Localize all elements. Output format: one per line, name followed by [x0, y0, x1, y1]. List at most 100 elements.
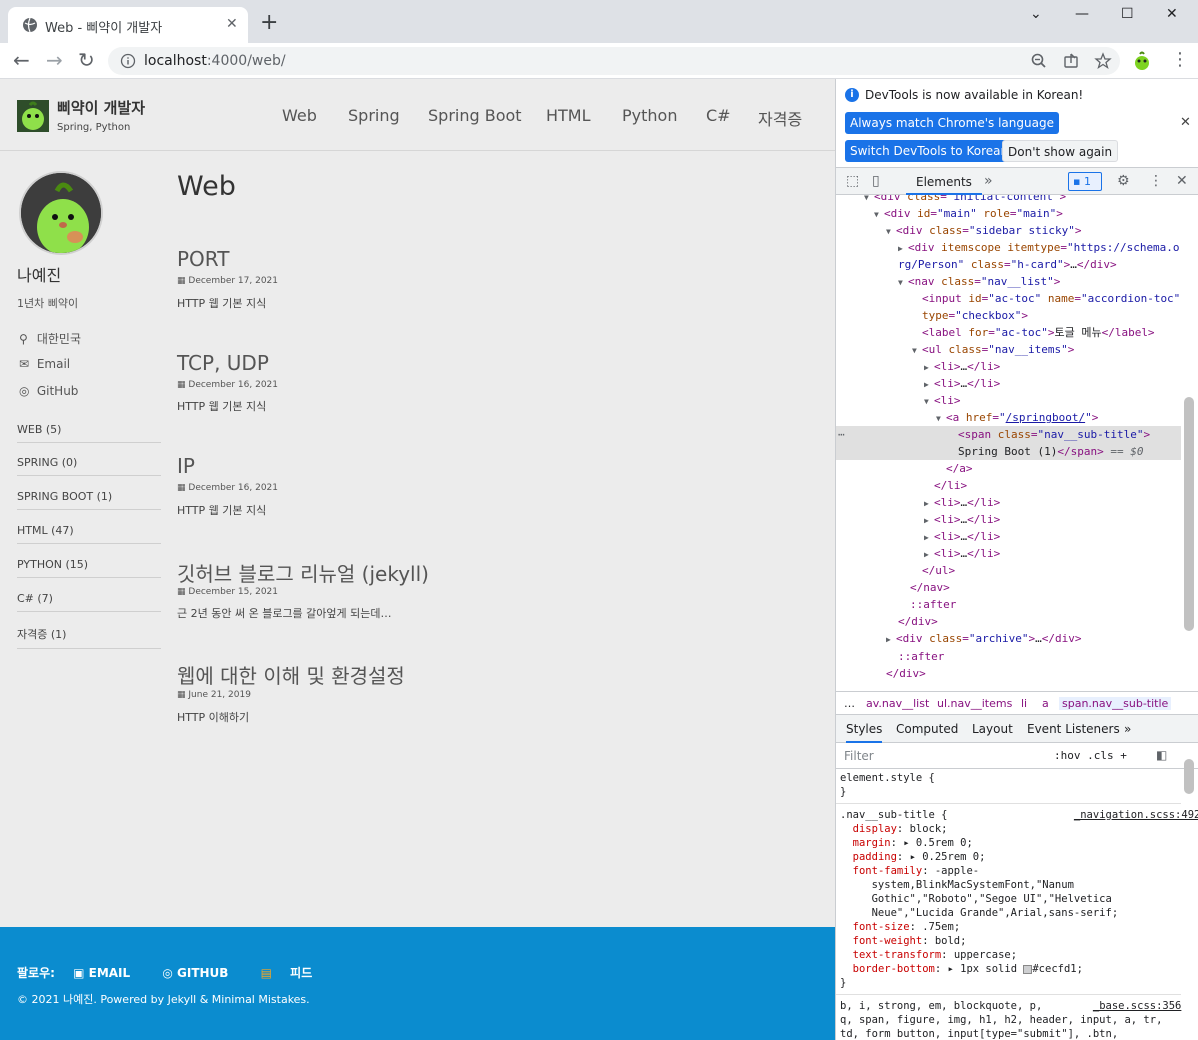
- dont-show-again-button[interactable]: Don't show again: [1002, 140, 1119, 162]
- category-html[interactable]: HTML (47): [17, 524, 161, 544]
- toggle-sidebar-icon[interactable]: ◧: [1156, 748, 1167, 762]
- info-icon[interactable]: [120, 53, 136, 69]
- dom-node[interactable]: ▶ <li>…</li>: [836, 528, 1181, 545]
- dom-node[interactable]: ▼ <div class="initial-content">: [836, 195, 1181, 205]
- site-logo-icon[interactable]: [17, 100, 49, 132]
- dom-node-selected[interactable]: ⋯ <span class="nav__sub-title">: [836, 426, 1181, 443]
- nav-link-spring-boot[interactable]: Spring Boot: [428, 106, 522, 125]
- post-title[interactable]: TCP, UDP: [177, 351, 269, 375]
- styles-scrollbar[interactable]: [1184, 759, 1194, 794]
- dom-node[interactable]: ▶ <li>…</li>: [836, 545, 1181, 562]
- dom-node[interactable]: ▼ <ul class="nav__items">: [836, 341, 1181, 358]
- category-csharp[interactable]: C# (7): [17, 592, 161, 612]
- post-title[interactable]: PORT: [177, 247, 229, 271]
- switch-korean-button[interactable]: Switch DevTools to Korean: [845, 140, 1014, 162]
- category-python[interactable]: PYTHON (15): [17, 558, 161, 578]
- dom-node[interactable]: </div>: [836, 613, 1181, 630]
- menu-kebab-icon[interactable]: ⋮: [1171, 50, 1189, 70]
- extension-icon[interactable]: [1132, 51, 1152, 71]
- tab-layout[interactable]: Layout: [972, 722, 1013, 736]
- dom-node[interactable]: ::after: [836, 648, 1181, 665]
- forward-arrow-icon[interactable]: →: [46, 50, 63, 70]
- nav-link-python[interactable]: Python: [622, 106, 677, 125]
- author-github-link[interactable]: ◎ GitHub: [19, 384, 78, 398]
- browser-tab[interactable]: Web - 삐약이 개발자 ✕: [8, 7, 248, 43]
- dom-node[interactable]: ▶ <div class="archive">…</div>: [836, 630, 1181, 647]
- nav-link-spring[interactable]: Spring: [348, 106, 400, 125]
- dom-node[interactable]: ▶ <li>…</li>: [836, 358, 1181, 375]
- breadcrumb-item[interactable]: …: [844, 697, 855, 710]
- dom-node[interactable]: ▼ <nav class="nav__list">: [836, 273, 1181, 290]
- tab-styles[interactable]: Styles: [846, 722, 883, 743]
- inspect-element-icon[interactable]: ⬚: [846, 173, 859, 189]
- footer-github-link[interactable]: ◎ GITHUB: [162, 966, 242, 980]
- bookmark-star-icon[interactable]: [1094, 52, 1112, 70]
- breadcrumb-item[interactable]: li: [1021, 697, 1027, 710]
- dom-node[interactable]: </li>: [836, 477, 1181, 494]
- footer-feed-link[interactable]: ▤ 피드: [261, 966, 327, 980]
- post-title[interactable]: 웹에 대한 이해 및 환경설정: [177, 660, 405, 689]
- post-title[interactable]: 깃허브 블로그 리뉴얼 (jekyll): [177, 558, 429, 587]
- tab-search-icon[interactable]: ⌄: [1030, 6, 1042, 22]
- match-language-button[interactable]: Always match Chrome's language: [845, 112, 1059, 134]
- more-tabs-icon[interactable]: »: [1124, 722, 1131, 736]
- infobar-close-icon[interactable]: ✕: [1180, 115, 1191, 130]
- styles-filter-tools[interactable]: :hov .cls +: [1054, 749, 1127, 762]
- zoom-icon[interactable]: [1030, 52, 1048, 70]
- tab-computed[interactable]: Computed: [896, 722, 958, 736]
- url-text[interactable]: localhost:4000/web/: [144, 53, 286, 69]
- breadcrumb-item-selected[interactable]: span.nav__sub-title: [1059, 697, 1172, 710]
- address-bar[interactable]: localhost:4000/web/: [108, 47, 1120, 75]
- reload-icon[interactable]: ↻: [78, 50, 95, 70]
- dom-scrollbar[interactable]: [1184, 397, 1194, 631]
- breadcrumb-item[interactable]: a: [1042, 697, 1049, 710]
- site-title[interactable]: 삐약이 개발자: [57, 97, 145, 118]
- nav-link-certificate[interactable]: 자격증: [758, 106, 802, 130]
- window-close-button[interactable]: ✕: [1166, 6, 1178, 22]
- dom-node[interactable]: ▼ <div class="sidebar sticky">: [836, 222, 1181, 239]
- share-icon[interactable]: [1062, 52, 1080, 70]
- devtools-close-icon[interactable]: ✕: [1176, 173, 1188, 189]
- footer-email-link[interactable]: ▣ EMAIL: [73, 966, 144, 980]
- post-title[interactable]: IP: [177, 454, 195, 478]
- dom-node[interactable]: </ul>: [836, 562, 1181, 579]
- devtools-menu-icon[interactable]: ⋮: [1149, 173, 1163, 189]
- breadcrumb-item[interactable]: ul.nav__items: [937, 697, 1012, 710]
- dom-tree[interactable]: ▼ <div class="initial-content"> ▼ <div id=…: [836, 195, 1181, 689]
- dom-node[interactable]: ▼ <a href="/springboot/">: [836, 409, 1181, 426]
- back-arrow-icon[interactable]: ←: [13, 50, 30, 70]
- dom-node[interactable]: ▶ <div itemscope itemtype="https://schema…: [836, 239, 1181, 256]
- tab-event-listeners[interactable]: Event Listeners: [1027, 722, 1120, 736]
- tab-close-icon[interactable]: ✕: [226, 16, 238, 32]
- dom-node[interactable]: </nav>: [836, 579, 1181, 596]
- dom-node[interactable]: ▼ <li>: [836, 392, 1181, 409]
- dom-node[interactable]: ▶ <li>…</li>: [836, 494, 1181, 511]
- category-spring-boot[interactable]: SPRING BOOT (1): [17, 490, 161, 510]
- minimize-button[interactable]: —: [1075, 6, 1089, 22]
- dom-node[interactable]: <input id="ac-toc" name="accordion-toc": [836, 290, 1181, 307]
- styles-filter-input[interactable]: Filter: [844, 749, 874, 763]
- nav-link-web[interactable]: Web: [282, 106, 317, 125]
- category-web[interactable]: WEB (5): [17, 423, 161, 443]
- category-spring[interactable]: SPRING (0): [17, 456, 161, 476]
- category-certificate[interactable]: 자격증 (1): [17, 626, 161, 649]
- settings-gear-icon[interactable]: ⚙: [1117, 173, 1130, 189]
- dom-node[interactable]: </a>: [836, 460, 1181, 477]
- css-rule-nav-sub-title[interactable]: .nav__sub-title { _navigation.scss:492 d…: [840, 808, 1198, 990]
- nav-link-html[interactable]: HTML: [546, 106, 591, 125]
- dom-node[interactable]: ▼ <div id="main" role="main">: [836, 205, 1181, 222]
- tab-elements[interactable]: Elements: [906, 168, 982, 195]
- dom-node[interactable]: <label for="ac-toc">토글 메뉴</label>: [836, 324, 1181, 341]
- issues-badge[interactable]: ▪ 1: [1068, 172, 1102, 191]
- author-email-link[interactable]: ✉ Email: [19, 357, 70, 371]
- device-toolbar-icon[interactable]: ▯: [872, 173, 880, 189]
- new-tab-button[interactable]: +: [260, 12, 278, 34]
- more-tabs-icon[interactable]: »: [984, 173, 993, 189]
- css-rule-base[interactable]: b, i, strong, em, blockquote, p, _base.s…: [840, 999, 1181, 1040]
- nav-link-csharp[interactable]: C#: [706, 106, 731, 125]
- css-rule-element-style[interactable]: element.style { }: [840, 771, 935, 799]
- dom-node[interactable]: </div>: [836, 665, 1181, 682]
- dom-node[interactable]: ▶ <li>…</li>: [836, 375, 1181, 392]
- breadcrumb-item[interactable]: av.nav__list: [866, 697, 929, 710]
- dom-node[interactable]: ::after: [836, 596, 1181, 613]
